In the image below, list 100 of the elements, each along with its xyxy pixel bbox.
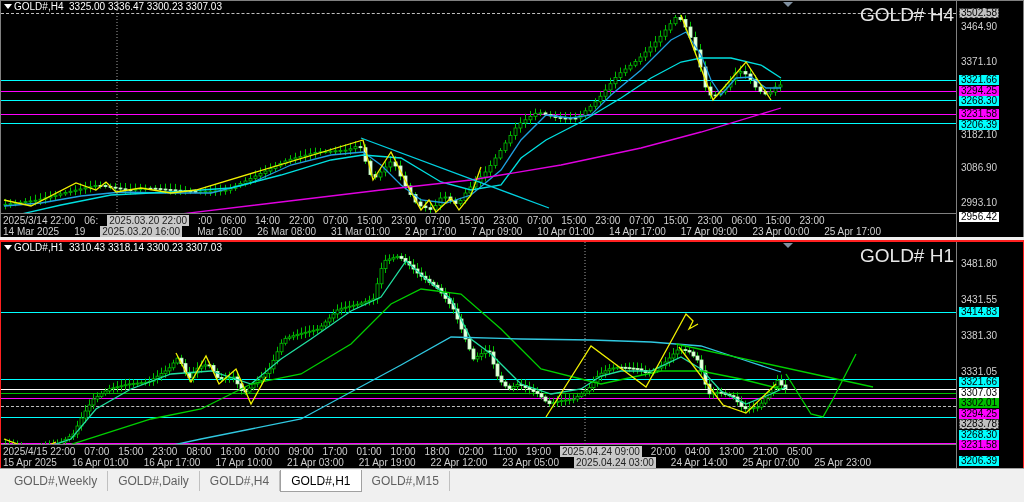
price-tick-label: 3464.90 [961, 22, 998, 32]
time-label: 23:00 [799, 215, 825, 226]
price-tag: 2956.42 [959, 211, 1000, 222]
time-label: 16:00 [220, 446, 246, 457]
time-label: 07:00 [629, 215, 655, 226]
price-tag: 3206.39 [959, 119, 1000, 130]
time-label: 2 Apr 17:00 [405, 226, 457, 237]
chart-info: GOLD#,H4 3325.00 3336.47 3300.23 3307.03 [14, 1, 222, 13]
time-label: 14 Apr 17:00 [609, 226, 666, 237]
price-tick-label: 3371.10 [961, 57, 998, 67]
time-label: 2025/4/15 22:00 [3, 446, 76, 457]
price-tag: 3268.30 [959, 429, 1000, 440]
time-label: 22:00 [289, 215, 315, 226]
time-label: 00:00 [254, 446, 280, 457]
price-tag: 3231.58 [959, 109, 1000, 120]
price-tag: 3502.58 [959, 7, 1000, 18]
time-label: 20:00 [650, 446, 676, 457]
time-label: 15:00 [765, 215, 791, 226]
time-label: 19 [74, 226, 86, 237]
time-label: 01:00 [356, 446, 382, 457]
time-label: 24 Apr 14:00 [670, 457, 728, 468]
dropdown-triangle-icon[interactable] [4, 245, 12, 250]
time-label: 15:00 [561, 215, 587, 226]
time-label: 25 Apr 23:00 [814, 457, 871, 468]
time-label: 23:00 [595, 215, 621, 226]
chart-tab[interactable]: GOLD#,Weekly [4, 471, 109, 491]
chart-tab[interactable]: GOLD#,M15 [361, 471, 450, 491]
symbol-watermark: GOLD# H1 [860, 245, 954, 267]
time-label: 2025/3/14 22:00 [3, 215, 76, 226]
time-label: 09:00 [288, 446, 314, 457]
time-label: 07:00 [84, 446, 110, 457]
chart-info: GOLD#,H1 3310.43 3318.14 3300.23 3307.03 [14, 242, 222, 254]
price-tick-label: 3086.90 [961, 163, 998, 174]
time-label: 17 Apr 10:00 [215, 457, 273, 468]
time-label: 16 Apr 17:00 [143, 457, 201, 468]
time-label: 23 Apr 05:00 [502, 457, 559, 468]
time-label: 15:00 [357, 215, 383, 226]
time-label: 17:00 [322, 446, 348, 457]
time-label: 22 Apr 12:00 [430, 457, 488, 468]
price-tag: 3206.39 [959, 456, 1000, 467]
time-label: :00 [198, 215, 212, 226]
time-label: 31 Mar 01:00 [331, 226, 391, 237]
dropdown-triangle-icon[interactable] [4, 4, 12, 9]
price-tick-label: 3331.05 [961, 366, 998, 377]
price-tick-label: 3381.30 [961, 330, 998, 341]
time-label: 15:00 [118, 446, 144, 457]
time-label: 23:00 [697, 215, 723, 226]
time-label: 21 Apr 03:00 [287, 457, 344, 468]
time-label: 15 Apr 2025 [3, 457, 57, 468]
price-tag: 3231.58 [959, 440, 1000, 451]
shift-marker-icon [783, 2, 793, 7]
chart-tab[interactable]: GOLD#,H1 [280, 470, 362, 492]
time-label: 7 Apr 09:00 [471, 226, 523, 237]
time-label: 13:00 [718, 446, 744, 457]
crosshair-time-label: 2025.03.20 16:00 [100, 226, 183, 237]
time-label: 25 Apr 17:00 [824, 226, 881, 237]
time-label: 14:00 [255, 215, 281, 226]
time-label: 23:00 [152, 446, 178, 457]
time-label: 16 Apr 01:00 [71, 457, 129, 468]
time-label: 23:00 [493, 215, 519, 226]
crosshair-time-label: 2025.04.24 03:00 [573, 457, 656, 468]
price-tag: 3321.66 [959, 75, 1000, 86]
price-tick-label: 2993.10 [961, 198, 998, 209]
price-tag: 3294.25 [959, 408, 1000, 419]
time-label: 21 Apr 19:00 [358, 457, 416, 468]
price-tick-label: 3481.80 [961, 259, 998, 269]
time-label: Mar 16:00 [197, 226, 243, 237]
time-label: 07:00 [425, 215, 451, 226]
time-label: 23:00 [391, 215, 417, 226]
time-label: 07:00 [527, 215, 553, 226]
price-tag: 3294.25 [959, 85, 1000, 96]
time-label: 15:00 [663, 215, 689, 226]
time-label: 06:00 [731, 215, 757, 226]
time-label: 04:00 [684, 446, 710, 457]
time-label: 06:00 [220, 215, 246, 226]
time-label: 23 Apr 00:00 [752, 226, 810, 237]
price-tag: 3302.01 [959, 398, 1000, 409]
shift-marker-icon [783, 243, 793, 248]
time-label: 26 Mar 08:00 [257, 226, 317, 237]
time-label: 15:00 [459, 215, 485, 226]
time-label: 06: [84, 215, 99, 226]
projection-line [785, 353, 857, 418]
price-tag: 3283.78 [959, 419, 1000, 430]
time-label: 21:00 [752, 446, 778, 457]
time-label: 02:00 [458, 446, 484, 457]
price-tick-label: 3431.55 [961, 295, 998, 305]
price-tick-label: 3182.10 [961, 130, 998, 141]
symbol-watermark: GOLD# H4 [860, 4, 954, 26]
crosshair-time-label: 2025.04.24 09:00 [560, 446, 642, 457]
time-label: 05:00 [787, 446, 812, 457]
price-tag: 3414.83 [959, 306, 1000, 317]
time-label: 07:00 [323, 215, 349, 226]
time-label: 10:00 [390, 446, 416, 457]
chart-tab[interactable]: GOLD#,Daily [108, 471, 200, 491]
time-label: 19:00 [525, 446, 551, 457]
time-label: 11:00 [492, 446, 517, 457]
price-tag: 3268.30 [959, 96, 1000, 107]
crosshair-time-label: 2025.03.20 22:00 [107, 215, 190, 226]
zigzag-line [3, 438, 57, 444]
time-label: 17 Apr 09:00 [680, 226, 738, 237]
